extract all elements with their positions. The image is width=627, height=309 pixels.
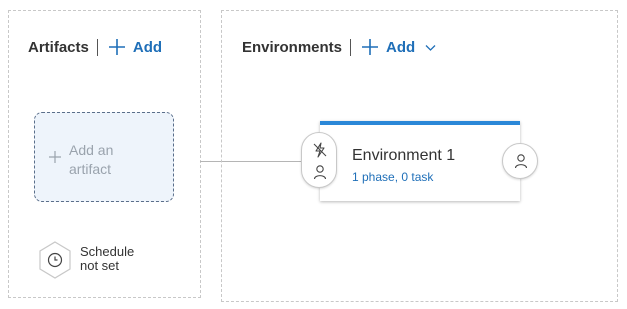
environments-header: Environments Add (242, 38, 436, 56)
add-artifact-label: Add (132, 38, 163, 56)
environment-card[interactable]: Environment 1 1 phase, 0 task (320, 121, 520, 201)
environments-title: Environments (242, 38, 343, 56)
environment-summary-link[interactable]: 1 phase, 0 task (352, 170, 433, 184)
person-icon[interactable] (312, 164, 328, 180)
header-divider (96, 38, 98, 56)
pre-deployment-conditions (301, 132, 337, 188)
add-artifact-box[interactable]: Add an artifact (34, 112, 174, 202)
person-icon (514, 154, 528, 169)
plus-icon (49, 151, 61, 163)
schedule-status: Schedule not set (80, 244, 135, 273)
clock-icon[interactable] (38, 241, 72, 279)
artifacts-title: Artifacts (28, 38, 89, 56)
add-environment-button[interactable]: Add (361, 38, 436, 56)
lightning-icon[interactable] (312, 142, 328, 158)
plus-icon (108, 39, 125, 55)
header-divider (350, 38, 352, 56)
environment-name[interactable]: Environment 1 (352, 147, 455, 165)
add-environment-label: Add (386, 38, 416, 56)
add-artifact-button[interactable]: Add (108, 38, 162, 56)
chevron-down-icon[interactable] (425, 42, 436, 53)
artifacts-header: Artifacts Add (28, 38, 162, 56)
post-deployment-approvers-button[interactable] (502, 143, 538, 179)
add-artifact-text: Add an artifact (69, 142, 114, 177)
plus-icon (362, 39, 379, 55)
